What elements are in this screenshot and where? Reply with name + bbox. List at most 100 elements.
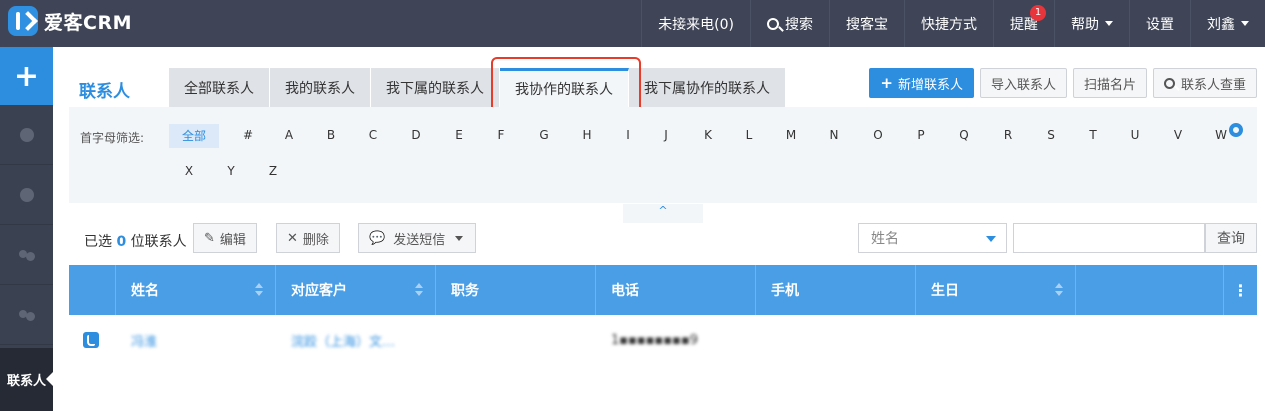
letter-filter-item[interactable]: M <box>777 128 805 142</box>
letter-filter-item[interactable]: G <box>530 128 558 142</box>
letter-filter-item[interactable]: # <box>234 128 262 142</box>
edit-label: 编辑 <box>219 232 246 248</box>
close-icon: ✕ <box>287 230 298 246</box>
nav-shortcuts-label: 快捷方式 <box>921 16 977 33</box>
sidebar-item-customers[interactable] <box>0 225 53 285</box>
nav-search-label: 搜索 <box>785 16 813 33</box>
letter-filter-item[interactable]: T <box>1079 128 1107 142</box>
nav-missed-calls[interactable]: 未接来电(0) <box>641 0 750 47</box>
main-content: 联系人 全部联系人 我的联系人 我下属的联系人 我协作的联系人 我下属协作的联系… <box>53 47 1265 411</box>
nav-shortcuts[interactable]: 快捷方式 <box>904 0 993 47</box>
chevron-down-icon <box>1241 21 1249 26</box>
letter-filter-item[interactable]: H <box>573 128 601 142</box>
letter-filter-item[interactable]: A <box>275 128 303 142</box>
letter-filter-item[interactable]: B <box>317 128 345 142</box>
nav-search[interactable]: 搜索 <box>750 0 829 47</box>
letter-filter-item[interactable]: Y <box>217 164 245 178</box>
selected-count: 0 <box>116 234 127 250</box>
column-settings[interactable]: ⋮ <box>1224 265 1257 315</box>
app-logo[interactable]: 爱客CRM <box>8 6 132 36</box>
dedupe-contacts-button[interactable]: 联系人查重 <box>1152 68 1257 98</box>
table-header: 姓名 对应客户 职务 电话 手机 生日 ⋮ <box>69 265 1257 315</box>
column-mobile: 手机 <box>756 265 916 315</box>
nav-user-menu[interactable]: 刘鑫 <box>1190 0 1265 47</box>
top-nav: 未接来电(0) 搜索 搜客宝 快捷方式 提醒 1 帮助 设置 刘鑫 <box>641 0 1265 47</box>
nav-help-label: 帮助 <box>1071 16 1099 33</box>
sort-icon[interactable] <box>255 283 263 297</box>
letter-filter-item[interactable]: L <box>735 128 763 142</box>
users-icon <box>18 249 35 261</box>
sort-icon[interactable] <box>1055 283 1063 297</box>
column-phone: 电话 <box>596 265 756 315</box>
column-birthday[interactable]: 生日 <box>916 265 1076 315</box>
column-title: 职务 <box>436 265 596 315</box>
search-field-select[interactable]: 姓名 <box>858 223 1007 253</box>
nav-settings[interactable]: 设置 <box>1129 0 1190 47</box>
send-sms-button[interactable]: 💬 发送短信 <box>358 223 476 253</box>
sidebar-item-dashboard[interactable] <box>0 105 53 165</box>
letter-filter-item[interactable]: P <box>907 128 935 142</box>
nav-help[interactable]: 帮助 <box>1054 0 1129 47</box>
letter-filter-item[interactable]: Z <box>259 164 287 178</box>
nav-missed-calls-label: 未接来电(0) <box>658 16 734 33</box>
letter-filter-item[interactable]: I <box>614 128 642 142</box>
tab-subordinate-contacts[interactable]: 我下属的联系人 <box>371 68 500 107</box>
gear-icon[interactable] <box>1229 123 1243 137</box>
query-button[interactable]: 查询 <box>1205 223 1257 253</box>
search-icon <box>1163 77 1175 89</box>
letter-filter-item[interactable]: J <box>652 128 680 142</box>
import-contacts-button[interactable]: 导入联系人 <box>979 68 1067 98</box>
delete-button[interactable]: ✕ 删除 <box>276 223 340 253</box>
sidebar-item-contacts[interactable]: 联系人 <box>0 348 54 411</box>
selected-prefix: 已选 <box>84 234 112 250</box>
letter-filter-item[interactable]: N <box>820 128 848 142</box>
phone-icon[interactable] <box>83 332 99 348</box>
edit-icon: ✎ <box>204 230 215 246</box>
letter-filter-item[interactable]: U <box>1121 128 1149 142</box>
letter-filter-item[interactable]: V <box>1164 128 1192 142</box>
sort-icon[interactable] <box>415 283 423 297</box>
column-spacer <box>1076 265 1224 315</box>
letter-filter-item[interactable]: 全部 <box>169 124 219 148</box>
contacts-table: 姓名 对应客户 职务 电话 手机 生日 ⋮ 冯淮 浣跤（上海）文… 1▪▪▪▪▪… <box>69 265 1257 365</box>
tab-subordinate-collaborating-contacts[interactable]: 我下属协作的联系人 <box>629 68 786 107</box>
column-name[interactable]: 姓名 <box>116 265 276 315</box>
tab-all-contacts[interactable]: 全部联系人 <box>169 68 270 107</box>
column-mobile-label: 手机 <box>771 283 799 299</box>
search-input[interactable] <box>1013 223 1205 253</box>
letter-filter-item[interactable]: Q <box>950 128 978 142</box>
letter-filter-item[interactable]: R <box>994 128 1022 142</box>
add-button[interactable]: + <box>0 47 53 105</box>
tab-my-contacts[interactable]: 我的联系人 <box>270 68 371 107</box>
header-icon-column <box>69 265 116 315</box>
delete-label: 删除 <box>302 232 329 248</box>
new-contact-button[interactable]: + 新增联系人 <box>869 68 974 98</box>
edit-button[interactable]: ✎ 编辑 <box>193 223 257 253</box>
letter-filter-item[interactable]: D <box>402 128 430 142</box>
nav-reminders[interactable]: 提醒 1 <box>993 0 1054 47</box>
letter-filter-item[interactable]: F <box>487 128 515 142</box>
cell-name[interactable]: 冯淮 <box>116 315 276 365</box>
letter-filter-item[interactable]: E <box>445 128 473 142</box>
letter-filter-item[interactable]: X <box>175 164 203 178</box>
column-customer[interactable]: 对应客户 <box>276 265 436 315</box>
cell-birthday <box>916 315 1076 365</box>
sidebar-item-team[interactable] <box>0 285 53 345</box>
sidebar-item-globe[interactable] <box>0 165 53 225</box>
chevron-down-icon <box>986 236 996 242</box>
letter-filter-item[interactable]: C <box>359 128 387 142</box>
letter-filter-item[interactable]: K <box>694 128 722 142</box>
call-cell[interactable] <box>69 315 116 365</box>
filter-label: 首字母筛选: <box>80 131 145 145</box>
scan-card-button[interactable]: 扫描名片 <box>1072 68 1147 98</box>
send-sms-label: 发送短信 <box>393 232 446 248</box>
letter-filter-item[interactable]: S <box>1037 128 1065 142</box>
user-name: 刘鑫 <box>1207 16 1235 33</box>
collapse-filter-button[interactable]: ^ <box>623 204 703 223</box>
letter-filter-item[interactable]: O <box>864 128 892 142</box>
nav-soukebao[interactable]: 搜客宝 <box>829 0 904 47</box>
table-row[interactable]: 冯淮 浣跤（上海）文… 1▪▪▪▪▪▪▪▪9 <box>69 315 1257 365</box>
chat-icon: 💬 <box>369 230 386 246</box>
cell-customer[interactable]: 浣跤（上海）文… <box>276 315 436 365</box>
dashboard-icon <box>19 127 34 142</box>
